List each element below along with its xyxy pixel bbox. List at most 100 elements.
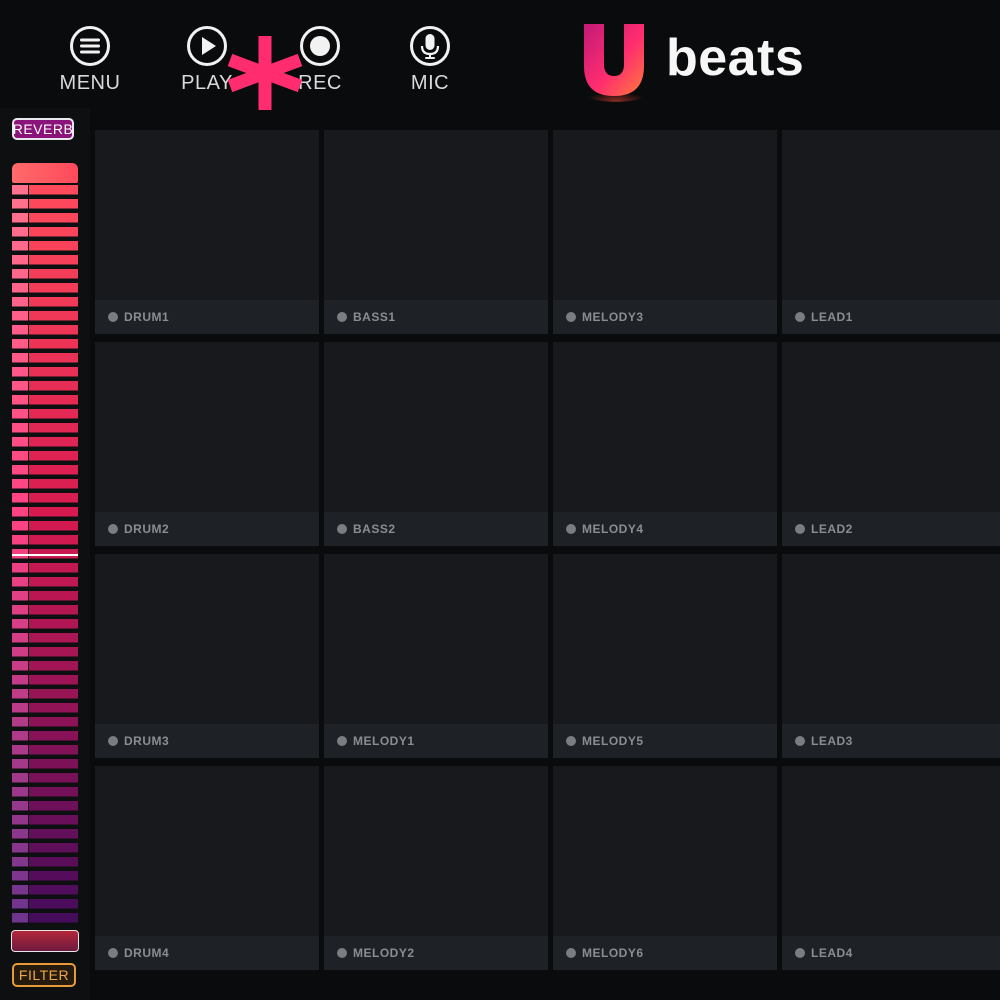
meter-segment-left [12, 423, 28, 433]
pad-label: LEAD4 [811, 946, 853, 960]
meter-segment-left [12, 731, 28, 741]
reverb-label: REVERB [12, 121, 74, 137]
meter-segment [29, 381, 78, 391]
pad-label: MELODY5 [582, 734, 644, 748]
meter-segment-left [12, 787, 28, 797]
meter-segment-left [12, 395, 28, 405]
meter-segment-left [12, 619, 28, 629]
meter-segment [29, 787, 78, 797]
pad-drum4[interactable]: DRUM4 [95, 766, 319, 970]
meter-segment [29, 493, 78, 503]
pad-melody2[interactable]: MELODY2 [324, 766, 548, 970]
pad-grid: DRUM1 BASS1 MELODY3 LEAD1 DRUM2 BASS2 MELODY4 L… [95, 130, 1000, 980]
meter-segment-left [12, 913, 28, 923]
meter-segment [29, 395, 78, 405]
pad-label: BASS2 [353, 522, 396, 536]
meter-segment-left [12, 829, 28, 839]
reverb-button[interactable]: REVERB [12, 118, 74, 140]
pad-bass2[interactable]: BASS2 [324, 342, 548, 546]
pad-label: DRUM4 [124, 946, 170, 960]
filter-button[interactable]: FILTER [12, 963, 76, 987]
pad-label: MELODY1 [353, 734, 415, 748]
pad-status-dot [795, 312, 805, 322]
pad-melody1[interactable]: MELODY1 [324, 554, 548, 758]
pad-status-dot [795, 948, 805, 958]
meter-segment [29, 199, 78, 209]
slider-handle[interactable] [11, 930, 79, 952]
meter-segment [29, 843, 78, 853]
meter-segment [29, 465, 78, 475]
meter-segment-left [12, 283, 28, 293]
meter-segment-left [12, 717, 28, 727]
meter-segment [29, 717, 78, 727]
meter-segment [29, 773, 78, 783]
pad-label: DRUM2 [124, 522, 170, 536]
meter-segment-left [12, 675, 28, 685]
meter-segment [29, 437, 78, 447]
meter-segment [29, 647, 78, 657]
meter-segment-left [12, 857, 28, 867]
meter-segment-left [12, 521, 28, 531]
meter-segment-left [12, 199, 28, 209]
pad-lead1[interactable]: LEAD1 [782, 130, 1000, 334]
filter-label: FILTER [18, 967, 70, 983]
meter-segment-left [12, 661, 28, 671]
meter-segment-left [12, 773, 28, 783]
meter-segment [29, 591, 78, 601]
pad-footer: MELODY3 [553, 300, 777, 334]
pad-footer: DRUM1 [95, 300, 319, 334]
pad-drum3[interactable]: DRUM3 [95, 554, 319, 758]
meter-segment-left [12, 605, 28, 615]
pad-drum2[interactable]: DRUM2 [95, 342, 319, 546]
meter-segment-left [12, 227, 28, 237]
meter-segment-left [12, 689, 28, 699]
pad-status-dot [566, 312, 576, 322]
pad-label: DRUM3 [124, 734, 170, 748]
pad-melody5[interactable]: MELODY5 [553, 554, 777, 758]
meter-segment [29, 759, 78, 769]
meter-segment [29, 255, 78, 265]
pad-status-dot [795, 736, 805, 746]
meter-segment-left [12, 213, 28, 223]
pad-footer: MELODY4 [553, 512, 777, 546]
meter-segment [29, 367, 78, 377]
meter-segment-left [12, 871, 28, 881]
meter-segment-left [12, 437, 28, 447]
meter-segment-left [12, 339, 28, 349]
pad-melody6[interactable]: MELODY6 [553, 766, 777, 970]
effect-slider[interactable] [11, 163, 79, 953]
pad-melody3[interactable]: MELODY3 [553, 130, 777, 334]
meter-segment [29, 857, 78, 867]
meter-segment-left [12, 577, 28, 587]
meter-segment [29, 801, 78, 811]
meter-segment [29, 409, 78, 419]
pad-label: DRUM1 [124, 310, 170, 324]
pad-bass1[interactable]: BASS1 [324, 130, 548, 334]
logo-letter: U [578, 20, 579, 21]
mic-button[interactable]: MIC [375, 25, 485, 95]
pad-label: MELODY4 [582, 522, 644, 536]
meter-segment-left [12, 451, 28, 461]
pad-lead3[interactable]: LEAD3 [782, 554, 1000, 758]
meter-segment-left [12, 325, 28, 335]
app-root: MENU PLAY REC MIC U beats REVERB FILTER … [0, 0, 1000, 1000]
meter-segment [29, 521, 78, 531]
asterisk-icon [227, 36, 303, 110]
menu-button[interactable]: MENU [35, 25, 145, 95]
pad-lead4[interactable]: LEAD4 [782, 766, 1000, 970]
pad-drum1[interactable]: DRUM1 [95, 130, 319, 334]
pad-melody4[interactable]: MELODY4 [553, 342, 777, 546]
meter-segment [29, 283, 78, 293]
effects-sidebar: REVERB FILTER [0, 108, 90, 1000]
pad-lead2[interactable]: LEAD2 [782, 342, 1000, 546]
pad-footer: BASS1 [324, 300, 548, 334]
pad-status-dot [337, 948, 347, 958]
meter-segment-left [12, 465, 28, 475]
pad-footer: LEAD1 [782, 300, 1000, 334]
meter-segment [29, 563, 78, 573]
menu-label: MENU [59, 72, 121, 94]
meter-segment [29, 325, 78, 335]
meter-segment [29, 885, 78, 895]
pad-footer: DRUM4 [95, 936, 319, 970]
meter-segment-left [12, 311, 28, 321]
